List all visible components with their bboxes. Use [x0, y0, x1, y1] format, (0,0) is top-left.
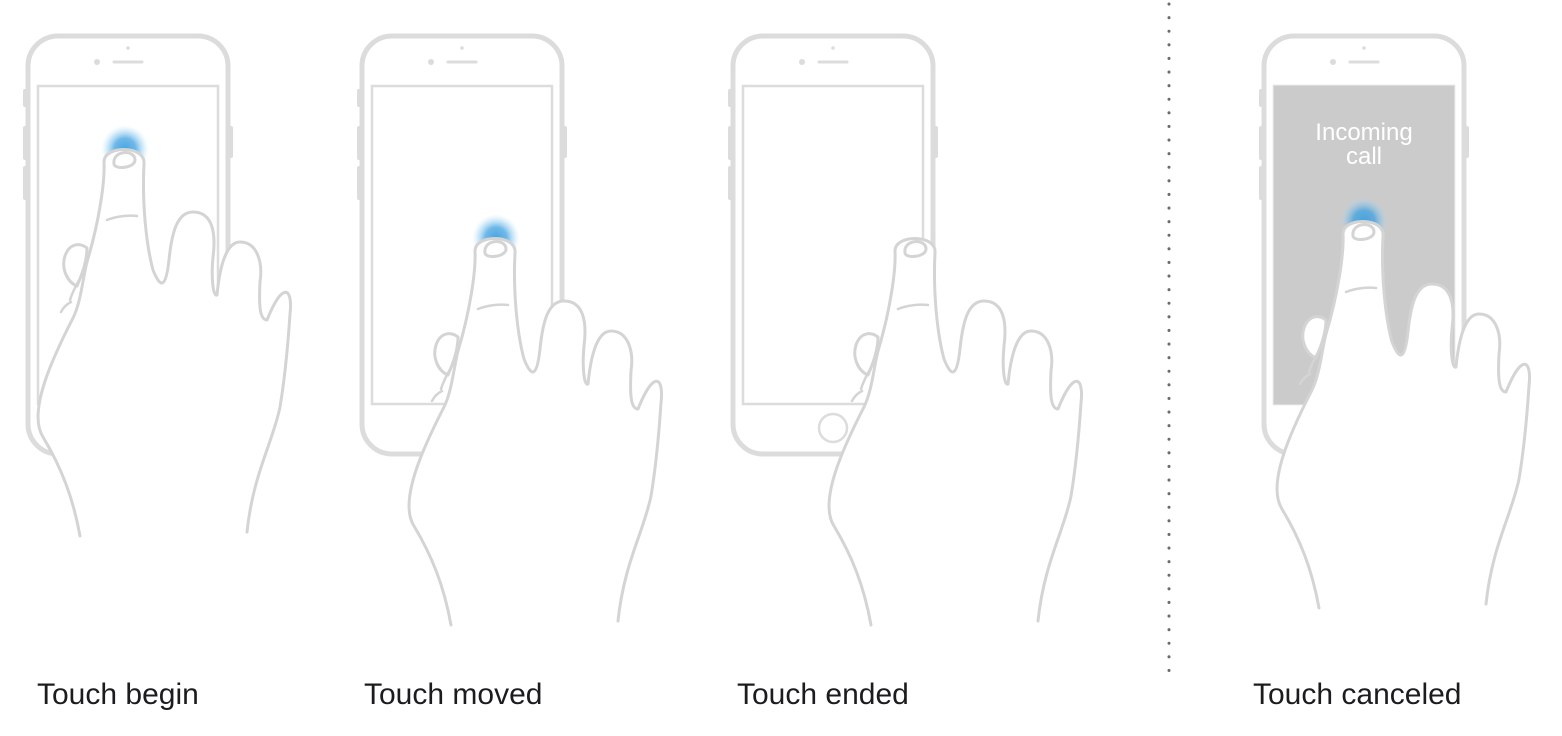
caption-touch-moved: Touch moved: [364, 678, 543, 711]
panel-touch-begin: [23, 36, 293, 538]
incoming-call-label-line2: call: [1346, 143, 1382, 170]
caption-touch-canceled: Touch canceled: [1253, 678, 1462, 711]
panel-touch-ended: [728, 36, 1084, 627]
caption-touch-ended: Touch ended: [737, 678, 909, 711]
panel-touch-canceled: Incoming call: [1259, 36, 1532, 610]
incoming-call-label-line1: Incoming: [1315, 119, 1412, 146]
caption-touch-begin: Touch begin: [37, 678, 199, 711]
touch-phases-diagram: Incoming call: [0, 2, 1532, 686]
panel-touch-moved: [357, 36, 664, 627]
